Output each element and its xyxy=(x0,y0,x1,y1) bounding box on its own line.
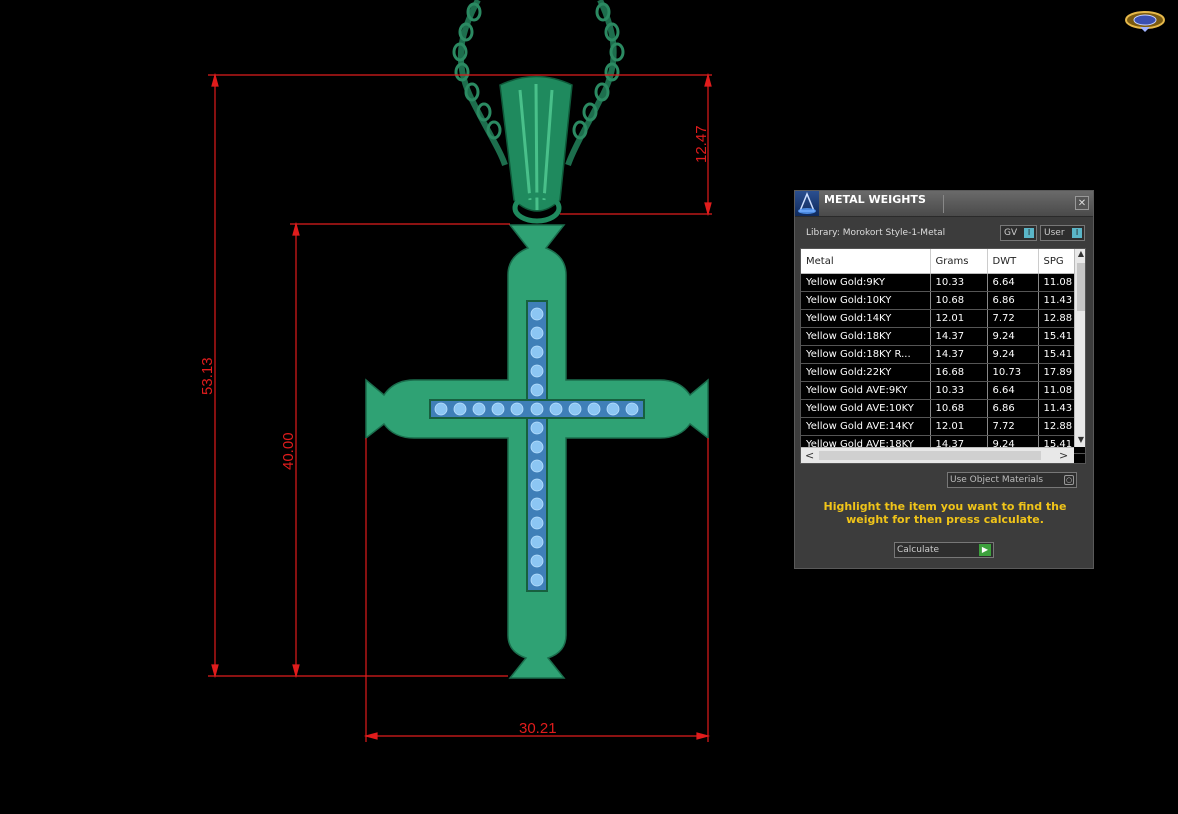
column-header-dwt[interactable]: DWT xyxy=(987,249,1039,274)
table-row[interactable]: Yellow Gold AVE:10KY 10.68 6.86 11.43 xyxy=(801,399,1085,418)
cell-metal: Yellow Gold AVE:14KY xyxy=(801,417,931,436)
cell-metal: Yellow Gold:10KY xyxy=(801,291,931,310)
radio-icon: ○ xyxy=(1064,475,1074,485)
table-row[interactable]: Yellow Gold:22KY 16.68 10.73 17.89 xyxy=(801,363,1085,382)
scroll-up-icon[interactable]: ▲ xyxy=(1075,249,1085,261)
calculate-label: Calculate xyxy=(897,545,940,555)
cell-grams: 12.01 xyxy=(930,417,988,436)
cell-metal: Yellow Gold:18KY xyxy=(801,327,931,346)
cell-grams: 12.01 xyxy=(930,309,988,328)
instructions-text: Highlight the item you want to find the … xyxy=(823,500,1067,526)
panel-title: METAL WEIGHTS xyxy=(824,193,926,206)
table-row[interactable]: Yellow Gold AVE:9KY 10.33 6.64 11.08 xyxy=(801,381,1085,400)
gem-stones xyxy=(434,307,639,587)
scroll-right-icon[interactable]: > xyxy=(1059,449,1068,462)
cell-metal: Yellow Gold:22KY xyxy=(801,363,931,382)
panel-header[interactable]: METAL WEIGHTS ✕ xyxy=(795,191,1093,217)
app-logo-badge-icon[interactable] xyxy=(1124,9,1166,33)
cell-grams: 14.37 xyxy=(930,327,988,346)
cell-dwt: 6.64 xyxy=(987,273,1039,292)
scroll-left-icon[interactable]: < xyxy=(805,449,814,462)
column-header-metal[interactable]: Metal xyxy=(801,249,931,274)
body-height-label: 40.00 xyxy=(280,432,297,470)
width-label: 30.21 xyxy=(519,720,557,737)
library-label: Library: Morokort Style-1-Metal xyxy=(806,228,946,238)
use-object-materials-label: Use Object Materials xyxy=(950,475,1044,485)
table-body: Yellow Gold:9KY 10.33 6.64 11.08 Yellow Gold… xyxy=(801,273,1085,463)
toggle-icon: I xyxy=(1072,228,1082,238)
title-divider xyxy=(943,195,944,213)
cell-metal: Yellow Gold AVE:10KY xyxy=(801,399,931,418)
close-button[interactable]: ✕ xyxy=(1075,196,1089,210)
toggle-icon: I xyxy=(1024,228,1034,238)
metal-table: Metal Grams DWT SPG Yellow Gold:9KY 10.33… xyxy=(801,249,1085,463)
cell-metal: Yellow Gold AVE:9KY xyxy=(801,381,931,400)
table-row[interactable]: Yellow Gold:10KY 10.68 6.86 11.43 xyxy=(801,291,1085,310)
table-row[interactable]: Yellow Gold:14KY 12.01 7.72 12.88 xyxy=(801,309,1085,328)
table-row[interactable]: Yellow Gold:9KY 10.33 6.64 11.08 xyxy=(801,273,1085,292)
metal-weights-panel: METAL WEIGHTS ✕ Library: Morokort Style-… xyxy=(794,190,1094,569)
cell-grams: 10.33 xyxy=(930,273,988,292)
cell-grams: 14.37 xyxy=(930,345,988,364)
cell-dwt: 6.64 xyxy=(987,381,1039,400)
cell-dwt: 7.72 xyxy=(987,309,1039,328)
table-row[interactable]: Yellow Gold AVE:14KY 12.01 7.72 12.88 xyxy=(801,417,1085,436)
scroll-thumb[interactable] xyxy=(819,451,1041,460)
cell-grams: 10.33 xyxy=(930,381,988,400)
bail-height-label: 12.47 xyxy=(693,125,710,163)
user-label: User xyxy=(1044,228,1065,238)
table-row[interactable]: Yellow Gold:18KY R... 14.37 9.24 15.41 xyxy=(801,345,1085,364)
calculate-button[interactable]: Calculate ▶ xyxy=(894,542,994,558)
column-header-grams[interactable]: Grams xyxy=(930,249,988,274)
cell-dwt: 6.86 xyxy=(987,399,1039,418)
cell-metal: Yellow Gold:14KY xyxy=(801,309,931,328)
cell-grams: 10.68 xyxy=(930,291,988,310)
overall-height-label: 53.13 xyxy=(199,357,216,395)
cell-dwt: 9.24 xyxy=(987,345,1039,364)
cell-dwt: 10.73 xyxy=(987,363,1039,382)
table-row[interactable]: Yellow Gold:18KY 14.37 9.24 15.41 xyxy=(801,327,1085,346)
cell-dwt: 6.86 xyxy=(987,291,1039,310)
metal-weights-table[interactable]: Metal Grams DWT SPG Yellow Gold:9KY 10.33… xyxy=(800,248,1086,464)
play-icon: ▶ xyxy=(979,544,991,556)
cell-dwt: 7.72 xyxy=(987,417,1039,436)
cell-metal: Yellow Gold:9KY xyxy=(801,273,931,292)
cell-metal: Yellow Gold:18KY R... xyxy=(801,345,931,364)
scroll-down-icon[interactable]: ▼ xyxy=(1075,435,1085,447)
scale-icon xyxy=(795,191,819,216)
cell-grams: 16.68 xyxy=(930,363,988,382)
table-header-row: Metal Grams DWT SPG xyxy=(801,249,1085,274)
cell-dwt: 9.24 xyxy=(987,327,1039,346)
horizontal-scrollbar[interactable]: < > xyxy=(801,447,1074,463)
use-object-materials-button[interactable]: Use Object Materials ○ xyxy=(947,472,1077,488)
cell-grams: 10.68 xyxy=(930,399,988,418)
gv-label: GV xyxy=(1004,228,1018,238)
user-toggle-button[interactable]: User I xyxy=(1040,225,1085,241)
vertical-scrollbar[interactable]: ▲ ▼ xyxy=(1074,249,1085,447)
gv-toggle-button[interactable]: GV I xyxy=(1000,225,1037,241)
scroll-thumb[interactable] xyxy=(1077,263,1085,311)
